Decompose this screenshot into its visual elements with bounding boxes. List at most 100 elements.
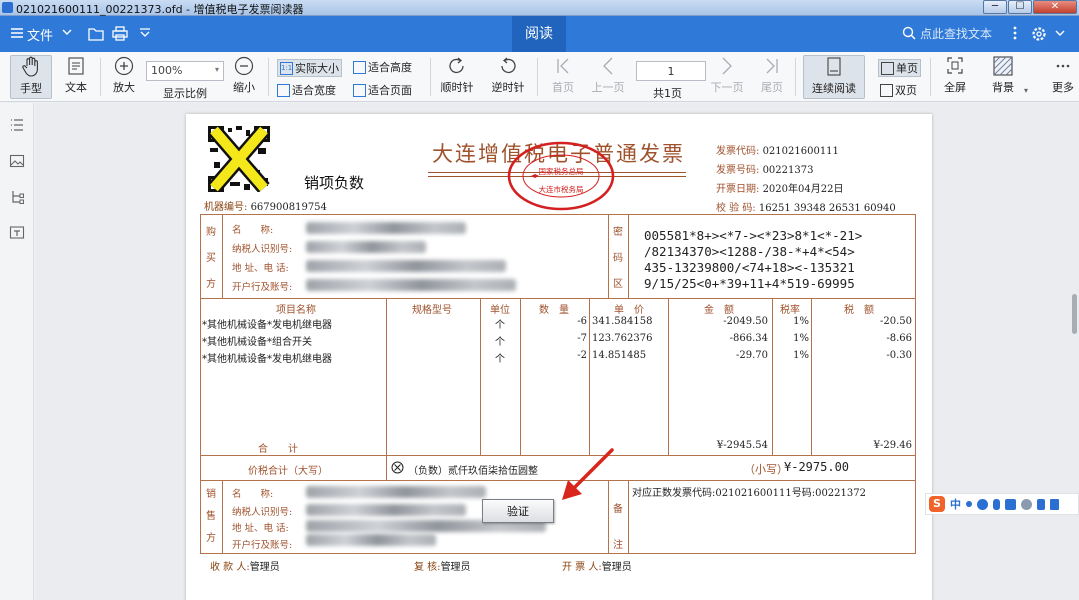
- item-unit: 个: [495, 354, 505, 365]
- skin-icon[interactable]: [1037, 498, 1045, 510]
- continuous-read-button[interactable]: 连续阅读: [803, 55, 865, 99]
- background-button[interactable]: 背景: [985, 55, 1021, 95]
- column-header-price: 单 价: [614, 305, 644, 316]
- redacted-buyer-address: [306, 260, 506, 272]
- annotation-icon[interactable]: [9, 225, 25, 241]
- seal-line: 大连市税务局: [539, 184, 584, 194]
- customize-dropdown-icon[interactable]: [139, 28, 151, 38]
- check-code: 校 验 码: 16251 39348 26531 60940: [716, 199, 896, 214]
- prev-page-button[interactable]: 上一页: [590, 55, 626, 95]
- text-tool-button[interactable]: 文本: [58, 55, 94, 95]
- vertical-scrollbar[interactable]: [1072, 294, 1077, 334]
- total-amount: ¥-2945.54: [716, 440, 768, 451]
- first-page-label: 首页: [552, 81, 574, 94]
- rotate-counterclockwise-button[interactable]: 逆时针: [486, 55, 530, 95]
- column-header-quantity: 数 量: [539, 305, 569, 316]
- more-button[interactable]: 更多: [1048, 55, 1078, 95]
- drawer-key: 开 票 人:: [562, 562, 602, 573]
- divider: [386, 455, 387, 480]
- chevron-down-icon[interactable]: ▾: [1024, 86, 1028, 95]
- cipher-label: 密码区: [611, 220, 625, 298]
- minimize-button[interactable]: ─: [983, 0, 1007, 14]
- drawer-value: 管理员: [601, 562, 632, 573]
- zoom-select[interactable]: 100% ▾: [146, 61, 224, 81]
- buyer-bank-key: 开户行及账号:: [232, 282, 293, 293]
- check-code-value: 16251 39348 26531 60940: [758, 203, 896, 214]
- actual-size-button[interactable]: 1:1 实际大小: [277, 59, 342, 77]
- item-quantity: -2: [577, 350, 587, 361]
- fit-height-button[interactable]: 适合高度: [353, 59, 412, 75]
- invoice-code: 发票代码: 021021600111: [716, 142, 839, 157]
- double-page-button[interactable]: 双页: [880, 82, 917, 98]
- fit-width-button[interactable]: 适合宽度: [277, 82, 336, 98]
- divider: [608, 214, 609, 298]
- fit-page-button[interactable]: 适合页面: [353, 82, 412, 98]
- ime-mode[interactable]: 中: [950, 496, 961, 512]
- outline-list-icon[interactable]: [9, 117, 25, 133]
- sogou-logo-icon[interactable]: S: [929, 496, 945, 512]
- chevron-down-icon[interactable]: [62, 29, 72, 37]
- zoom-out-icon: [234, 56, 254, 76]
- seller-label-char: 销: [206, 489, 216, 500]
- document-viewport: 销项负数 大连增值税电子普通发票 国家税务总局 大连市税务局 发票代码: 021…: [35, 103, 1079, 600]
- chevron-down-icon[interactable]: [1055, 30, 1065, 38]
- zoom-out-label: 缩小: [233, 81, 255, 94]
- close-button[interactable]: ✕: [1033, 0, 1077, 14]
- file-menu[interactable]: 文件: [27, 25, 53, 44]
- zoom-out-button[interactable]: 缩小: [228, 55, 260, 95]
- separator: [268, 58, 269, 96]
- buyer-tax-id-key: 纳税人识别号:: [232, 244, 293, 255]
- hand-tool-button[interactable]: 手型: [10, 55, 52, 99]
- fit-width-icon: [277, 83, 290, 97]
- total-label: 合 计: [258, 444, 298, 455]
- toolbox-grid-icon[interactable]: [1050, 498, 1059, 510]
- menu-icon[interactable]: [10, 26, 24, 40]
- verify-button[interactable]: 验证: [482, 499, 554, 523]
- emoji-icon[interactable]: [977, 498, 988, 510]
- print-icon[interactable]: [112, 26, 128, 41]
- maximize-button[interactable]: ☐: [1008, 0, 1032, 14]
- ime-toolbar: S 中: [925, 493, 1079, 515]
- grand-total-upper: （负数）贰仟玖佰柒拾伍圆整: [408, 466, 538, 477]
- thumbnail-image-icon[interactable]: [9, 153, 25, 169]
- voice-mic-icon[interactable]: [993, 498, 1000, 510]
- divider: [222, 214, 223, 298]
- fit-height-label: 适合高度: [368, 61, 412, 74]
- double-page-label: 双页: [895, 84, 917, 97]
- fullscreen-label: 全屏: [944, 81, 966, 94]
- divider: [222, 480, 223, 554]
- column-header-name: 项目名称: [276, 305, 316, 316]
- redacted-buyer-tax-id: [306, 241, 426, 253]
- structure-tree-icon[interactable]: [9, 189, 25, 205]
- divider: [628, 480, 629, 554]
- separator: [795, 58, 796, 96]
- punctuation-icon[interactable]: [966, 501, 972, 507]
- item-tax: -0.30: [886, 350, 912, 361]
- search-input[interactable]: 点此查找文本: [920, 25, 992, 42]
- user-icon[interactable]: [1021, 498, 1032, 510]
- fullscreen-icon: [947, 57, 963, 74]
- more-vertical-icon[interactable]: [1013, 26, 1017, 40]
- zoom-in-button[interactable]: 放大: [106, 55, 142, 95]
- redacted-seller-bank: [306, 534, 436, 546]
- next-page-button[interactable]: 下一页: [708, 55, 746, 95]
- first-page-button[interactable]: 首页: [548, 55, 578, 95]
- gear-icon[interactable]: [1031, 26, 1047, 42]
- single-page-button[interactable]: 单页: [878, 59, 921, 77]
- tab-read[interactable]: 阅读: [512, 16, 566, 52]
- separator: [930, 58, 931, 96]
- machine-number-key: 机器编号:: [204, 202, 248, 213]
- qr-code-image: [208, 126, 270, 192]
- search-icon[interactable]: [902, 26, 916, 40]
- payee: 收 款 人:管理员: [210, 558, 280, 573]
- invoice-page: 销项负数 大连增值税电子普通发票 国家税务总局 大连市税务局 发票代码: 021…: [186, 114, 932, 600]
- fullscreen-button[interactable]: 全屏: [940, 55, 970, 95]
- separator: [100, 58, 101, 96]
- last-page-button[interactable]: 尾页: [757, 55, 787, 95]
- page-number-input[interactable]: [636, 61, 706, 81]
- open-folder-icon[interactable]: [88, 26, 104, 41]
- rotate-clockwise-icon: [449, 57, 464, 74]
- item-tax: -8.66: [886, 333, 912, 344]
- rotate-clockwise-button[interactable]: 顺时针: [437, 55, 477, 95]
- keyboard-icon[interactable]: [1005, 498, 1016, 510]
